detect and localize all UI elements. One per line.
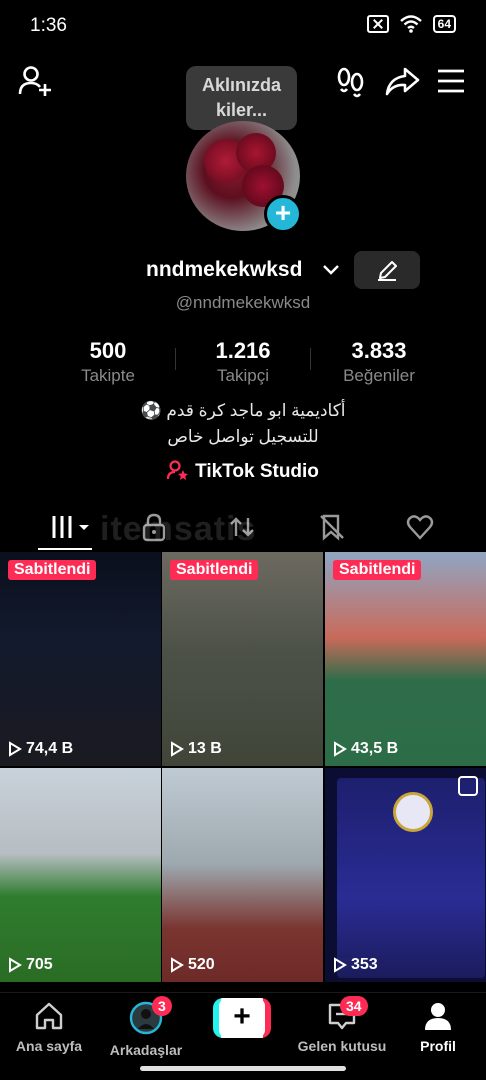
video-thumbnail[interactable]: 520 — [162, 768, 323, 982]
edit-profile-button[interactable] — [354, 251, 420, 289]
status-bar: 1:36 64 — [0, 0, 486, 52]
no-sim-icon — [366, 15, 389, 33]
inbox-badge: 34 — [340, 996, 368, 1016]
nav-profile[interactable]: Profil — [408, 1001, 468, 1054]
tab-favorites[interactable] — [312, 509, 352, 545]
home-icon — [35, 1002, 63, 1030]
home-indicator[interactable] — [140, 1066, 346, 1071]
view-count-text: 74,4 B — [26, 740, 74, 757]
pinned-badge: Sabitlendi — [333, 560, 422, 580]
video-thumbnail[interactable]: Sabitlendi 74,4 B — [0, 552, 161, 766]
friends-badge: 3 — [152, 996, 172, 1016]
poster-image — [337, 778, 485, 978]
view-count-text: 520 — [188, 956, 215, 973]
status-time: 1:36 — [30, 15, 67, 36]
likes-label: Beğeniler — [343, 366, 415, 385]
nav-friends[interactable]: Arkadaşlar — [106, 1001, 186, 1058]
menu-icon[interactable] — [432, 62, 470, 100]
user-handle: @nndmekekwksd — [175, 293, 311, 312]
chevron-down-icon[interactable] — [322, 262, 340, 276]
nav-friends-label: Arkadaşlar — [109, 1042, 183, 1058]
watermark: itemsatis — [100, 510, 257, 548]
bookmark-hidden-icon — [320, 514, 344, 541]
nav-profile-label: Profil — [420, 1038, 456, 1054]
tiktok-studio-link[interactable]: TikTok Studio — [0, 460, 486, 483]
followers-label: Takipçi — [217, 366, 269, 385]
view-count: 13 B — [170, 740, 222, 758]
likes-stat[interactable]: 3.833 Beğeniler — [319, 338, 439, 386]
plus-icon: + — [219, 998, 265, 1038]
view-count: 353 — [333, 956, 378, 974]
tab-videos[interactable] — [46, 509, 92, 545]
view-count-text: 705 — [26, 956, 53, 973]
add-story-button[interactable]: + — [264, 195, 302, 233]
video-thumbnail[interactable]: Sabitlendi 13 B — [162, 552, 323, 766]
add-friend-icon[interactable] — [16, 62, 54, 100]
profile-icon — [425, 1003, 451, 1030]
multi-image-icon — [458, 776, 478, 796]
video-thumbnail[interactable]: 353 — [325, 768, 486, 982]
play-icon — [171, 957, 184, 973]
view-count: 74,4 B — [8, 740, 73, 758]
tab-liked[interactable] — [400, 509, 440, 545]
bio-line-2: للتسجيل تواصل خاص — [167, 427, 319, 446]
share-icon[interactable] — [383, 62, 421, 100]
pinned-badge: Sabitlendi — [170, 560, 259, 580]
nav-home[interactable]: Ana sayfa — [14, 1001, 84, 1054]
view-count: 43,5 B — [333, 740, 398, 758]
followers-count: 1.216 — [215, 338, 271, 363]
wifi-icon — [399, 15, 422, 33]
nav-inbox-label: Gelen kutusu — [297, 1038, 387, 1054]
followers-stat[interactable]: 1.216 Takipçi — [183, 338, 303, 386]
footprints-icon[interactable] — [332, 62, 370, 100]
view-count: 705 — [8, 956, 53, 974]
likes-count: 3.833 — [351, 338, 407, 363]
view-count-text: 13 B — [188, 740, 222, 757]
nav-home-label: Ana sayfa — [15, 1038, 83, 1054]
battery-icon: 64 — [432, 15, 456, 33]
bio: أكاديمية ابو ماجد كرة قدم ⚽ للتسجيل تواص… — [0, 398, 486, 450]
following-stat[interactable]: 500 Takipte — [48, 338, 168, 386]
video-thumbnail[interactable]: Sabitlendi 43,5 B — [325, 552, 486, 766]
play-icon — [9, 957, 22, 973]
bio-line-1: أكاديمية ابو ماجد كرة قدم ⚽ — [140, 401, 346, 420]
view-count-text: 353 — [351, 956, 378, 973]
studio-label: TikTok Studio — [195, 461, 319, 482]
active-tab-indicator — [38, 548, 92, 550]
studio-icon — [166, 460, 189, 480]
following-label: Takipte — [81, 366, 135, 385]
username: nndmekekwksd — [146, 258, 303, 281]
heart-icon — [406, 515, 434, 540]
play-icon — [334, 741, 347, 757]
create-button[interactable]: + — [213, 998, 271, 1038]
pinned-badge: Sabitlendi — [8, 560, 97, 580]
video-thumbnail[interactable]: 705 — [0, 768, 161, 982]
play-icon — [9, 741, 22, 757]
view-count-text: 43,5 B — [351, 740, 399, 757]
following-count: 500 — [89, 338, 127, 363]
play-icon — [334, 957, 347, 973]
stats-row: 500 Takipte 1.216 Takipçi 3.833 Beğenile… — [0, 338, 486, 388]
play-icon — [171, 741, 184, 757]
pencil-icon — [378, 261, 397, 281]
view-count: 520 — [170, 956, 215, 974]
grid-icon — [52, 516, 89, 538]
